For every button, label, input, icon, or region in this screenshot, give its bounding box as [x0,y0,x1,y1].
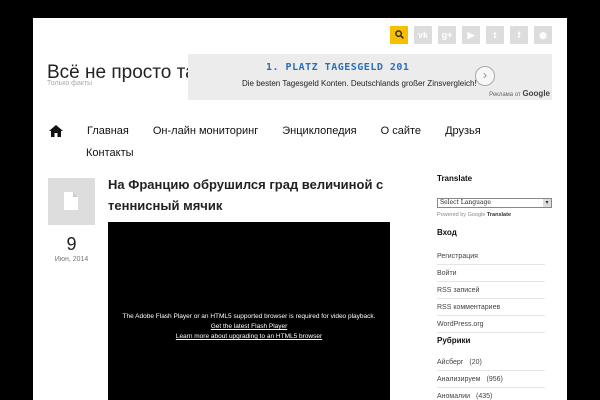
ad-brand: Google [522,89,550,98]
powered-by-google[interactable]: Google [468,212,486,218]
flash-player-link[interactable]: Get the latest Flash Player [108,322,390,332]
facebook-icon[interactable]: f [510,26,528,44]
rss-icon[interactable]: ◉ [534,26,552,44]
twitter-icon[interactable]: t [486,26,504,44]
post-thumbnail[interactable] [48,178,95,225]
powered-by: Powered by Google Translate [437,212,511,218]
login-links: Регистрация Войти RSS записей RSS коммен… [437,248,545,333]
video-message: The Adobe Flash Player or an HTML5 suppo… [108,312,390,342]
nav-item-encyclopedia[interactable]: Энциклопедия [282,125,356,137]
rubrics-list: Айсберг (20) Анализируем (956) Аномалии (43… [437,354,545,400]
link-rss-posts[interactable]: RSS записей [437,282,545,299]
rubric-count: (435) [476,393,493,400]
nav-item-about[interactable]: О сайте [381,125,421,137]
link-rss-comments[interactable]: RSS комментариев [437,299,545,316]
nav-item-monitoring[interactable]: Он-лайн мониторинг [153,125,258,137]
post-title[interactable]: На Францию обрушился град величиной с те… [108,174,398,216]
rubric-count: (956) [486,376,503,383]
powered-by-translate[interactable]: Translate [487,212,511,218]
nav-item-contacts[interactable]: Контакты [86,147,134,159]
search-icon[interactable] [390,26,408,44]
video-notice: The Adobe Flash Player or an HTML5 suppo… [122,313,376,320]
google-plus-icon[interactable]: g+ [438,26,456,44]
rubric-item[interactable]: Анализируем (956) [437,371,545,388]
document-icon [64,192,78,210]
rubric-item[interactable]: Айсберг (20) [437,354,545,371]
ad-label-text: Реклама от [489,92,521,98]
rubric-count: (20) [469,359,482,366]
rubric-name[interactable]: Анализируем [437,376,480,383]
ad-headline[interactable]: 1. PLATZ TAGESGELD 201 [266,62,409,73]
link-wordpress[interactable]: WordPress.org [437,316,545,333]
social-bar: vk g+ ▶ t f ◉ [390,26,552,44]
rubrics-widget-title: Рубрики [437,336,471,345]
video-player[interactable]: The Adobe Flash Player or an HTML5 suppo… [108,222,390,400]
ad-banner[interactable]: 1. PLATZ TAGESGELD 201 Die besten Tagesg… [188,54,552,100]
rubric-item[interactable]: Аномалии (435) [437,388,545,400]
language-select[interactable]: Select Language [437,198,552,208]
vk-icon[interactable]: vk [414,26,432,44]
chevron-right-icon[interactable]: › [475,66,495,86]
youtube-icon[interactable]: ▶ [462,26,480,44]
post-date-month: Июн, 2014 [54,256,89,263]
nav-row-1: Главная Он-лайн мониторинг Энциклопедия … [43,120,543,142]
nav-item-home[interactable]: Главная [87,125,129,137]
rubric-name[interactable]: Айсберг [437,359,463,366]
ad-label: Реклама от Google [489,89,550,98]
post-date-day: 9 [66,234,77,254]
link-register[interactable]: Регистрация [437,248,545,265]
login-widget-title: Вход [437,228,457,237]
translate-widget-title: Translate [437,174,473,183]
page: vk g+ ▶ t f ◉ Всё не просто так Только ф… [33,18,567,400]
main-nav: Главная Он-лайн мониторинг Энциклопедия … [43,120,543,164]
powered-by-text: Powered by [437,212,467,218]
home-icon[interactable] [49,125,63,137]
ad-text: Die besten Tagesgeld Konten. Deutschland… [242,79,477,88]
link-login[interactable]: Войти [437,265,545,282]
html5-browser-link[interactable]: Learn more about upgrading to an HTML5 b… [108,332,390,342]
nav-row-2: Контакты [43,142,543,164]
nav-item-friends[interactable]: Друзья [445,125,481,137]
site-tagline: Только факты [47,80,93,87]
rubric-name[interactable]: Аномалии [437,393,470,400]
